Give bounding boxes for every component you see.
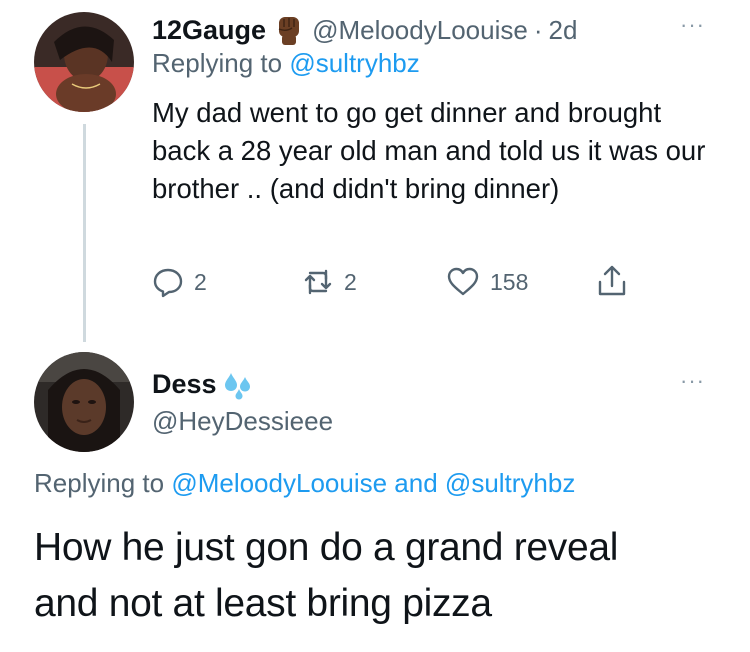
sweat-droplets-icon — [221, 367, 255, 401]
more-options-button[interactable]: ··· — [680, 12, 705, 38]
separator: · — [533, 14, 543, 45]
reply-icon — [152, 266, 184, 298]
display-name[interactable]: 12Gauge — [152, 15, 266, 46]
tweet-actions: 2 2 158 — [152, 264, 632, 304]
replying-and: and — [394, 468, 438, 498]
mention-link[interactable]: @sultryhbz — [445, 468, 575, 498]
tweet-text: My dad went to go get dinner and brought… — [152, 97, 706, 204]
display-name[interactable]: Dess — [152, 369, 217, 400]
tweet2-header: Dess — [152, 366, 255, 402]
reply-button[interactable]: 2 — [152, 266, 207, 298]
handle[interactable]: @HeyDessieee — [152, 406, 333, 437]
mention-link[interactable]: @MeloodyLoouise — [171, 468, 387, 498]
avatar-12gauge[interactable] — [34, 12, 134, 112]
like-count: 158 — [490, 268, 529, 295]
reply-count: 2 — [194, 268, 207, 295]
more-options-label: ··· — [680, 368, 705, 393]
mention-link[interactable]: @sultryhbz — [289, 48, 419, 78]
retweet-button[interactable]: 2 — [302, 266, 357, 298]
retweet-icon — [302, 266, 334, 298]
replying-prefix: Replying to — [34, 468, 165, 498]
share-icon — [596, 264, 628, 298]
heart-icon — [446, 266, 480, 298]
reply-text-line: and not at least bring pizza — [34, 582, 492, 625]
reply-text: How he just gon do a grand reveal and no… — [34, 520, 724, 632]
replying-prefix: Replying to — [152, 48, 283, 78]
tweet1-header: 12Gauge @MeloodyLoouise · 2d — [152, 12, 577, 48]
timestamp[interactable]: 2d — [548, 15, 577, 46]
retweet-count: 2 — [344, 268, 357, 295]
more-options-button[interactable]: ··· — [680, 368, 705, 394]
more-options-label: ··· — [680, 12, 705, 37]
thread-connector-line — [83, 124, 86, 342]
share-button[interactable] — [596, 264, 628, 298]
like-button[interactable]: 158 — [446, 266, 528, 298]
raised-fist-dark-skin-icon — [272, 13, 306, 47]
reply-text-line: How he just gon do a grand reveal — [34, 526, 619, 569]
replying-to-line: Replying to @MeloodyLoouise and @sultryh… — [34, 468, 575, 499]
replying-to-line: Replying to @sultryhbz — [152, 48, 420, 79]
handle[interactable]: @MeloodyLoouise — [312, 15, 528, 46]
avatar-dess[interactable] — [34, 352, 134, 452]
